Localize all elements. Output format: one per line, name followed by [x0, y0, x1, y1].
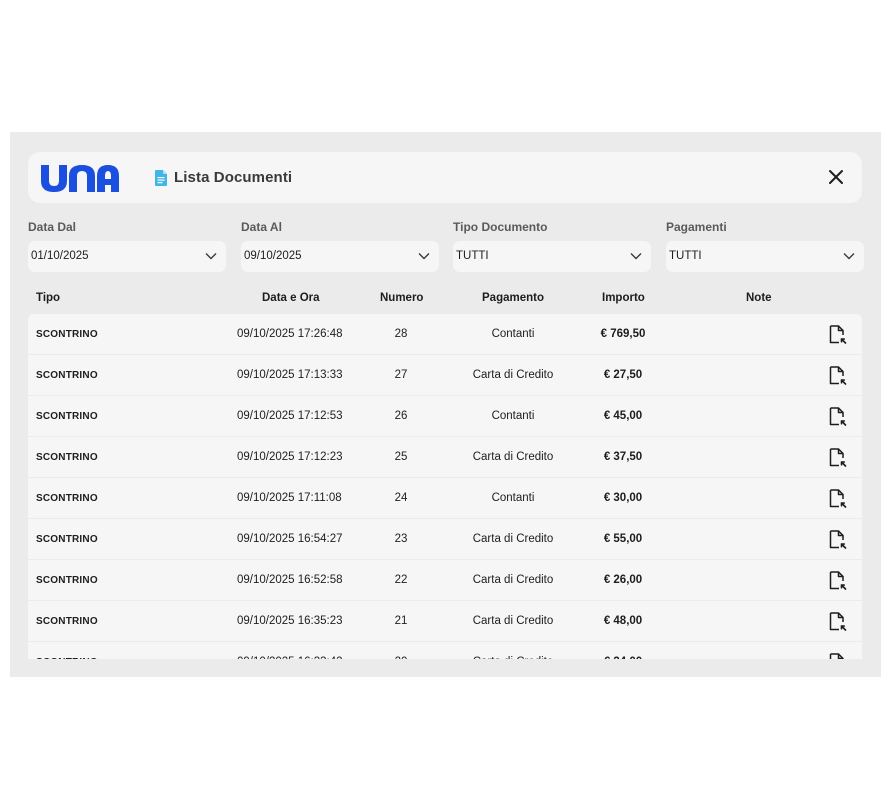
close-button[interactable] — [825, 166, 847, 188]
filter-label: Data Dal — [28, 220, 77, 234]
document-list-panel: Lista Documenti Data Dal 01/10/2025 Data… — [10, 132, 881, 677]
column-header-importo: Importo — [602, 292, 645, 304]
document-export-icon[interactable] — [829, 571, 847, 590]
column-header-data: Data e Ora — [262, 292, 320, 304]
table-body: SCONTRINO 09/10/2025 17:26:48 28 Contant… — [28, 314, 862, 659]
table-row[interactable]: SCONTRINO 09/10/2025 17:13:33 27 Carta d… — [28, 355, 862, 395]
filter-value: TUTTI — [456, 250, 489, 262]
chevron-down-icon — [843, 253, 855, 260]
table-row[interactable]: SCONTRINO 09/10/2025 16:33:42 20 Carta d… — [28, 642, 862, 659]
cell-data-ora: 09/10/2025 17:13:33 — [237, 369, 343, 381]
document-export-icon[interactable] — [829, 530, 847, 549]
document-export-icon[interactable] — [829, 448, 847, 467]
cell-tipo: SCONTRINO — [36, 493, 98, 504]
table-row[interactable]: SCONTRINO 09/10/2025 17:11:08 24 Contant… — [28, 478, 862, 518]
cell-tipo: SCONTRINO — [36, 329, 98, 340]
cell-tipo: SCONTRINO — [36, 534, 98, 545]
cell-tipo: SCONTRINO — [36, 411, 98, 422]
document-export-icon[interactable] — [829, 653, 847, 659]
filter-label: Pagamenti — [666, 220, 727, 234]
document-export-icon[interactable] — [829, 366, 847, 385]
cell-data-ora: 09/10/2025 16:52:58 — [237, 574, 343, 586]
column-header-tipo: Tipo — [36, 292, 61, 304]
date-to-select[interactable]: 09/10/2025 — [241, 241, 439, 272]
cell-data-ora: 09/10/2025 17:26:48 — [237, 328, 343, 340]
table-row[interactable]: SCONTRINO 09/10/2025 17:12:53 26 Contant… — [28, 396, 862, 436]
filter-label: Tipo Documento — [453, 220, 548, 234]
cell-data-ora: 09/10/2025 16:33:42 — [237, 656, 343, 659]
cell-tipo: SCONTRINO — [36, 616, 98, 627]
document-export-icon[interactable] — [829, 407, 847, 426]
page-title: Lista Documenti — [174, 169, 293, 186]
table-row[interactable]: SCONTRINO 09/10/2025 17:12:23 25 Carta d… — [28, 437, 862, 477]
table-row[interactable]: SCONTRINO 09/10/2025 17:26:48 28 Contant… — [28, 314, 862, 354]
close-icon — [829, 170, 843, 184]
document-export-icon[interactable] — [829, 489, 847, 508]
filter-value: TUTTI — [669, 250, 702, 262]
document-icon — [155, 170, 167, 186]
table-header: Tipo Data e Ora Numero Pagamento Importo… — [28, 290, 862, 308]
una-logo — [41, 165, 119, 192]
document-type-select[interactable]: TUTTI — [453, 241, 651, 272]
document-export-icon[interactable] — [829, 612, 847, 631]
filter-data-al: Data Al 09/10/2025 — [241, 220, 439, 272]
filter-tipo-documento: Tipo Documento TUTTI — [453, 220, 651, 272]
chevron-down-icon — [418, 253, 430, 260]
cell-data-ora: 09/10/2025 16:35:23 — [237, 615, 343, 627]
table-row[interactable]: SCONTRINO 09/10/2025 16:52:58 22 Carta d… — [28, 560, 862, 600]
table-row[interactable]: SCONTRINO 09/10/2025 16:54:27 23 Carta d… — [28, 519, 862, 559]
column-header-numero: Numero — [380, 292, 424, 304]
filter-value: 09/10/2025 — [244, 250, 302, 262]
cell-tipo: SCONTRINO — [36, 657, 98, 659]
table-row[interactable]: SCONTRINO 09/10/2025 16:35:23 21 Carta d… — [28, 601, 862, 641]
cell-data-ora: 09/10/2025 17:12:23 — [237, 451, 343, 463]
payment-select[interactable]: TUTTI — [666, 241, 864, 272]
filter-pagamenti: Pagamenti TUTTI — [666, 220, 864, 272]
cell-data-ora: 09/10/2025 17:11:08 — [237, 492, 342, 504]
chevron-down-icon — [205, 253, 217, 260]
column-header-pagamento: Pagamento — [482, 292, 544, 304]
column-header-note: Note — [746, 292, 772, 304]
cell-tipo: SCONTRINO — [36, 370, 98, 381]
filter-value: 01/10/2025 — [31, 250, 89, 262]
cell-data-ora: 09/10/2025 16:54:27 — [237, 533, 343, 545]
cell-tipo: SCONTRINO — [36, 575, 98, 586]
cell-tipo: SCONTRINO — [36, 452, 98, 463]
filter-data-dal: Data Dal 01/10/2025 — [28, 220, 226, 272]
header-bar: Lista Documenti — [28, 152, 862, 203]
filter-label: Data Al — [241, 220, 282, 234]
cell-data-ora: 09/10/2025 17:12:53 — [237, 410, 343, 422]
date-from-select[interactable]: 01/10/2025 — [28, 241, 226, 272]
chevron-down-icon — [630, 253, 642, 260]
document-export-icon[interactable] — [829, 325, 847, 344]
